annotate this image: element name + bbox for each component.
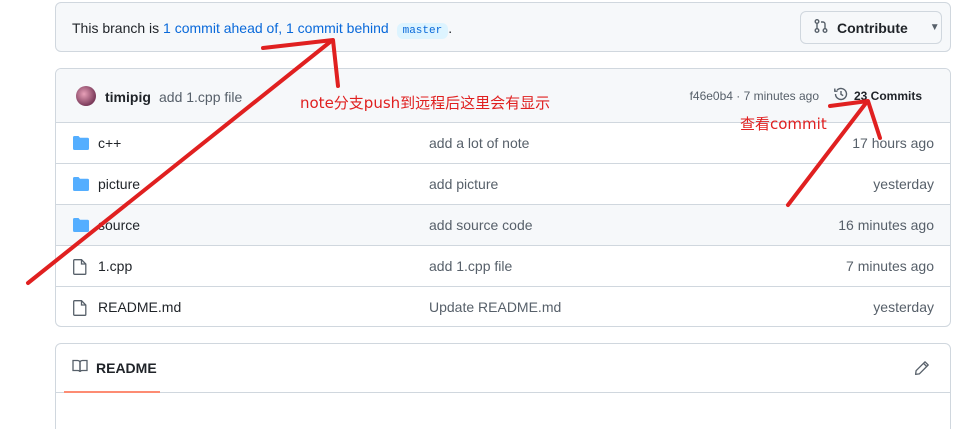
readme-panel: README <box>55 343 951 429</box>
folder-icon <box>73 177 89 194</box>
history-icon <box>833 86 849 105</box>
commit-meta[interactable]: f46e0b4 · 7 minutes ago <box>690 89 819 103</box>
readme-tab[interactable]: README <box>64 344 160 393</box>
commit-annotation: 查看commit <box>740 115 827 133</box>
file-commit-age: yesterday <box>873 176 934 192</box>
file-commit-message[interactable]: add picture <box>429 176 498 192</box>
book-icon <box>72 359 88 376</box>
commits-history-link[interactable]: 23 Commits <box>833 86 922 105</box>
commit-author[interactable]: timipig <box>105 89 151 105</box>
readme-tab-label: README <box>96 359 157 376</box>
file-commit-age: 7 minutes ago <box>846 258 934 274</box>
file-row-readme-file[interactable]: README.md Update README.md yesterday <box>56 287 950 326</box>
file-commit-message[interactable]: Update README.md <box>429 299 561 315</box>
contribute-button[interactable]: Contribute ▼ <box>800 11 942 44</box>
push-annotation: note分支push到远程后这里会有显示 <box>300 94 551 112</box>
branch-status-suffix: . <box>448 20 453 36</box>
file-commit-age: 17 hours ago <box>852 135 934 151</box>
file-name[interactable]: c++ <box>98 135 121 151</box>
file-commit-message[interactable]: add source code <box>429 217 533 233</box>
folder-icon <box>73 218 89 235</box>
commits-count: 23 Commits <box>853 88 922 103</box>
avatar[interactable] <box>76 86 96 106</box>
file-commit-message[interactable]: add 1.cpp file <box>429 258 512 274</box>
contribute-label: Contribute <box>837 19 908 36</box>
branch-status-banner: This branch is 1 commit ahead of, 1 comm… <box>55 2 951 52</box>
file-commit-age: yesterday <box>873 299 934 315</box>
file-row-picture-dir[interactable]: picture add picture yesterday <box>56 164 950 205</box>
file-icon <box>73 300 87 319</box>
file-row-source-dir[interactable]: source add source code 16 minutes ago <box>56 205 950 246</box>
readme-header: README <box>56 344 950 393</box>
file-name[interactable]: picture <box>98 176 140 192</box>
file-commit-message[interactable]: add a lot of note <box>429 135 529 151</box>
caret-down-icon: ▼ <box>929 22 940 33</box>
ahead-behind-link[interactable]: 1 commit ahead of, 1 commit behind <box>163 20 389 36</box>
branch-status-prefix: This branch is <box>72 20 164 36</box>
branch-status-text: This branch is 1 commit ahead of, 1 comm… <box>72 20 452 39</box>
pull-request-icon <box>813 18 829 37</box>
base-branch-chip[interactable]: master <box>396 23 449 39</box>
folder-icon <box>73 136 89 153</box>
file-name[interactable]: 1.cpp <box>98 258 132 274</box>
file-row-cpp-file[interactable]: 1.cpp add 1.cpp file 7 minutes ago <box>56 246 950 287</box>
pencil-icon[interactable] <box>914 360 930 381</box>
commit-message[interactable]: add 1.cpp file <box>159 89 242 105</box>
file-icon <box>73 259 87 278</box>
file-name[interactable]: README.md <box>98 299 181 315</box>
file-commit-age: 16 minutes ago <box>838 217 934 233</box>
file-name[interactable]: source <box>98 217 140 233</box>
